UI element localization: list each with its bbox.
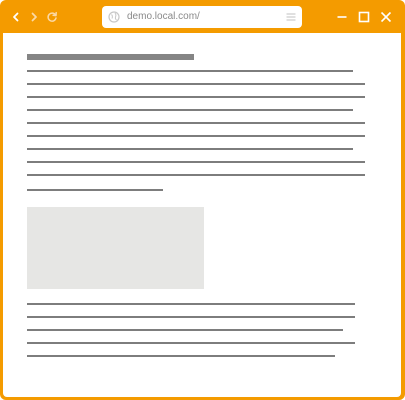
heading-placeholder <box>27 54 194 60</box>
hamburger-menu-icon[interactable] <box>286 12 296 22</box>
text-line-placeholder <box>27 109 353 111</box>
url-text: demo.local.com/ <box>127 11 200 22</box>
forward-button[interactable] <box>26 9 42 25</box>
text-line-placeholder <box>27 189 163 191</box>
text-line-placeholder <box>27 148 353 150</box>
reload-button[interactable] <box>44 9 60 25</box>
close-button[interactable] <box>378 9 394 25</box>
text-line-placeholder <box>27 135 365 137</box>
text-line-placeholder <box>27 174 365 176</box>
page-viewport[interactable] <box>3 33 401 397</box>
text-line-placeholder <box>27 316 355 318</box>
image-placeholder <box>27 207 204 289</box>
text-line-placeholder <box>27 329 343 331</box>
browser-window: demo.local.com/ <box>0 0 405 400</box>
text-line-placeholder <box>27 303 355 305</box>
text-line-placeholder <box>27 355 335 357</box>
title-bar: demo.local.com/ <box>0 0 405 33</box>
back-button[interactable] <box>8 9 24 25</box>
maximize-button[interactable] <box>356 9 372 25</box>
chevron-right-icon <box>31 12 37 22</box>
minimize-button[interactable] <box>334 9 350 25</box>
text-line-placeholder <box>27 83 365 85</box>
text-line-placeholder <box>27 161 365 163</box>
text-line-placeholder <box>27 70 353 72</box>
address-bar[interactable]: demo.local.com/ <box>102 6 302 28</box>
chevron-left-icon <box>13 12 19 22</box>
minimize-icon <box>337 16 347 18</box>
text-line-placeholder <box>27 122 365 124</box>
close-icon <box>380 11 392 23</box>
text-line-placeholder <box>27 342 355 344</box>
text-line-placeholder <box>27 96 365 98</box>
reload-icon <box>47 11 57 22</box>
maximize-icon <box>358 11 370 23</box>
globe-icon <box>108 11 120 23</box>
